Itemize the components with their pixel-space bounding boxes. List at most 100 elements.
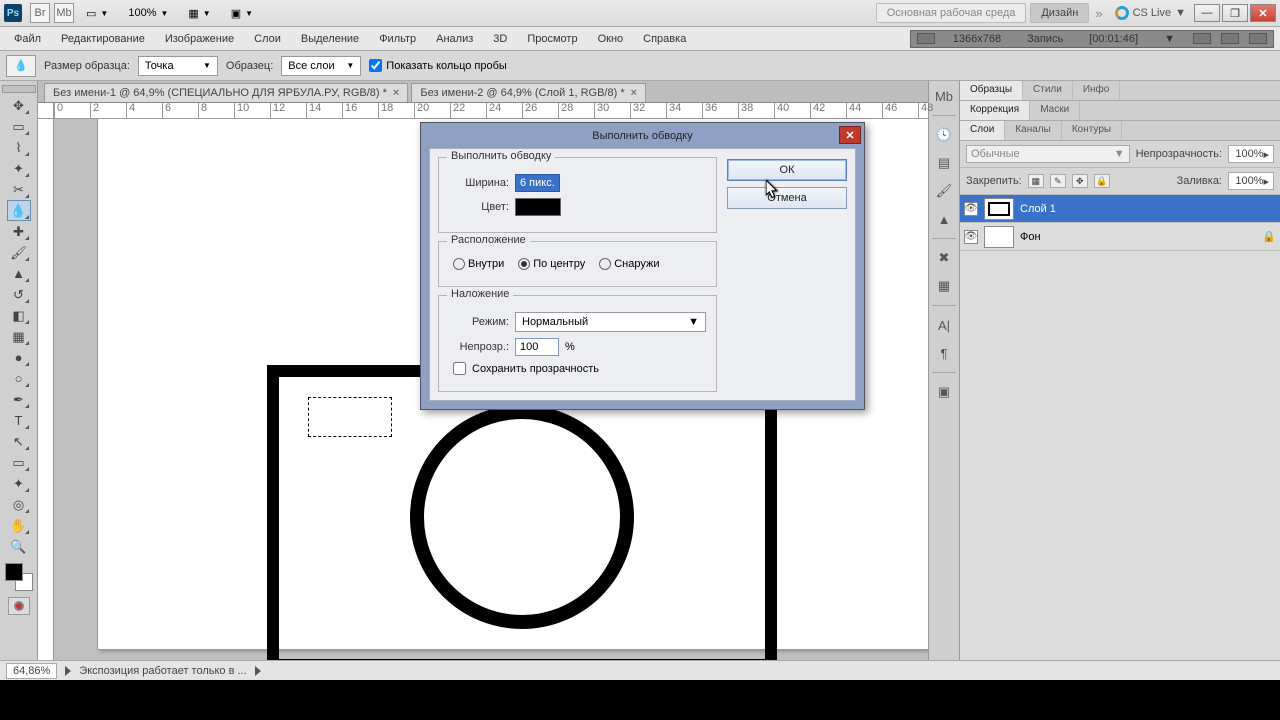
stamp-tool[interactable]: ▲ (7, 263, 31, 284)
move-tool[interactable]: ✥ (7, 95, 31, 116)
type-tool[interactable]: T (7, 410, 31, 431)
brush-panel-icon[interactable]: 🖌 (933, 180, 955, 202)
workspace-design[interactable]: Дизайн (1030, 3, 1089, 23)
workspace-default[interactable]: Основная рабочая среда (876, 3, 1027, 23)
view-extras-dropdown[interactable]: ▦▼ (182, 3, 216, 23)
status-menu-1[interactable] (65, 666, 71, 676)
bridge-icon[interactable]: Br (30, 3, 50, 23)
doc-tab-2-close[interactable]: × (631, 87, 637, 99)
menu-edit[interactable]: Редактирование (53, 30, 153, 48)
workspace-more[interactable]: » (1095, 6, 1102, 21)
lock-all[interactable]: 🔒 (1094, 174, 1110, 188)
color-swatches[interactable] (5, 563, 33, 591)
current-tool-icon[interactable]: 💧 (6, 55, 36, 77)
menu-view[interactable]: Просмотр (519, 30, 585, 48)
maximize-button[interactable]: ❐ (1222, 4, 1248, 22)
layer-visibility-2[interactable]: 👁 (964, 230, 978, 244)
tab-styles[interactable]: Стили (1023, 81, 1073, 100)
marquee-tool[interactable]: ▭ (7, 116, 31, 137)
eyedropper-tool[interactable]: 💧 (7, 200, 31, 221)
history-brush-tool[interactable]: ↺ (7, 284, 31, 305)
layer-row-2[interactable]: 👁 Фон 🔒 (960, 223, 1280, 251)
path-tool[interactable]: ↖ (7, 431, 31, 452)
char-panel-icon[interactable]: A| (933, 314, 955, 336)
wand-tool[interactable]: ✦ (7, 158, 31, 179)
cslive-button[interactable]: CS Live▼ (1115, 6, 1186, 20)
opacity-dlg-input[interactable]: 100 (515, 338, 559, 356)
status-menu-2[interactable] (255, 666, 261, 676)
screen-mode-dropdown[interactable]: ▭▼ (80, 3, 114, 23)
cancel-button[interactable]: Отмена (727, 187, 847, 209)
zoom-tool[interactable]: 🔍 (7, 536, 31, 557)
lasso-tool[interactable]: ⌇ (7, 137, 31, 158)
tab-layers[interactable]: Слои (960, 121, 1005, 140)
heal-tool[interactable]: ✚ (7, 221, 31, 242)
tab-info[interactable]: Инфо (1073, 81, 1121, 100)
show-ring-checkbox[interactable]: Показать кольцо пробы (369, 59, 507, 72)
layer-thumb-1[interactable] (984, 198, 1014, 220)
tool-presets-panel-icon[interactable]: ✖ (933, 247, 955, 269)
tab-adjustments[interactable]: Коррекция (960, 101, 1030, 120)
blend-mode-dropdown[interactable]: Обычные▼ (966, 145, 1130, 163)
preserve-checkbox[interactable] (453, 362, 466, 375)
sample-layers-dropdown[interactable]: Все слои▼ (281, 56, 361, 76)
menu-filter[interactable]: Фильтр (371, 30, 424, 48)
radio-outside[interactable]: Снаружи (599, 258, 659, 270)
tab-paths[interactable]: Контуры (1062, 121, 1122, 140)
3d-cam-tool[interactable]: ◎ (7, 494, 31, 515)
minibridge-icon[interactable]: Mb (54, 3, 74, 23)
menu-3d[interactable]: 3D (485, 30, 515, 48)
dialog-close-button[interactable]: ✕ (839, 126, 861, 144)
history-panel-icon[interactable]: 🕓 (933, 124, 955, 146)
actions-panel-icon[interactable]: ▤ (933, 152, 955, 174)
gradient-tool[interactable]: ▦ (7, 326, 31, 347)
rec-dd[interactable]: ▼ (1156, 30, 1183, 48)
menu-image[interactable]: Изображение (157, 30, 242, 48)
eraser-tool[interactable]: ◧ (7, 305, 31, 326)
menu-analysis[interactable]: Анализ (428, 30, 481, 48)
width-input[interactable]: 6 пикс. (515, 174, 560, 192)
blur-tool[interactable]: ● (7, 347, 31, 368)
hand-tool[interactable]: ✋ (7, 515, 31, 536)
tab-channels[interactable]: Каналы (1005, 121, 1062, 140)
dodge-tool[interactable]: ○ (7, 368, 31, 389)
tab-masks[interactable]: Маски (1030, 101, 1080, 120)
radio-center[interactable]: По центру (518, 258, 585, 270)
nav-panel-icon[interactable]: ▣ (933, 381, 955, 403)
lock-position[interactable]: ✥ (1072, 174, 1088, 188)
menu-layer[interactable]: Слои (246, 30, 289, 48)
layer-row-1[interactable]: 👁 Слой 1 (960, 195, 1280, 223)
pen-tool[interactable]: ✒ (7, 389, 31, 410)
3d-tool[interactable]: ✦ (7, 473, 31, 494)
toolbox-grip[interactable] (2, 85, 36, 93)
quickmask-toggle[interactable] (8, 597, 30, 615)
para-panel-icon[interactable]: ¶ (933, 342, 955, 364)
menu-file[interactable]: Файл (6, 30, 49, 48)
layer-thumb-2[interactable] (984, 226, 1014, 248)
rec-stop-icon[interactable] (1249, 33, 1267, 44)
fill-field[interactable]: 100% ▸ (1228, 172, 1274, 190)
lock-pixels[interactable]: ✎ (1050, 174, 1066, 188)
menu-help[interactable]: Справка (635, 30, 694, 48)
menu-select[interactable]: Выделение (293, 30, 367, 48)
brush-tool[interactable]: 🖌 (7, 242, 31, 263)
zoom-dropdown[interactable]: 100%▼ (122, 3, 174, 23)
foreground-color[interactable] (5, 563, 23, 581)
radio-inside[interactable]: Внутри (453, 258, 504, 270)
rec-screen-icon[interactable] (917, 33, 935, 44)
menu-window[interactable]: Окно (590, 30, 632, 48)
doc-tab-1-close[interactable]: × (393, 87, 399, 99)
close-button[interactable]: ✕ (1250, 4, 1276, 22)
opacity-field[interactable]: 100% ▸ (1228, 145, 1274, 163)
minimize-button[interactable]: — (1194, 4, 1220, 22)
arrange-dropdown[interactable]: ▣▼ (225, 3, 259, 23)
dialog-titlebar[interactable]: Выполнить обводку ✕ (421, 123, 864, 148)
doc-tab-1[interactable]: Без имени-1 @ 64,9% (СПЕЦИАЛЬНО ДЛЯ ЯРБУ… (44, 83, 408, 102)
lock-transparent[interactable]: ▦ (1028, 174, 1044, 188)
tab-swatches[interactable]: Образцы (960, 81, 1023, 100)
layer-comps-panel-icon[interactable]: ▦ (933, 275, 955, 297)
rec-cam-icon[interactable] (1193, 33, 1211, 44)
sample-size-dropdown[interactable]: Точка▼ (138, 56, 218, 76)
shape-tool[interactable]: ▭ (7, 452, 31, 473)
ok-button[interactable]: ОК (727, 159, 847, 181)
